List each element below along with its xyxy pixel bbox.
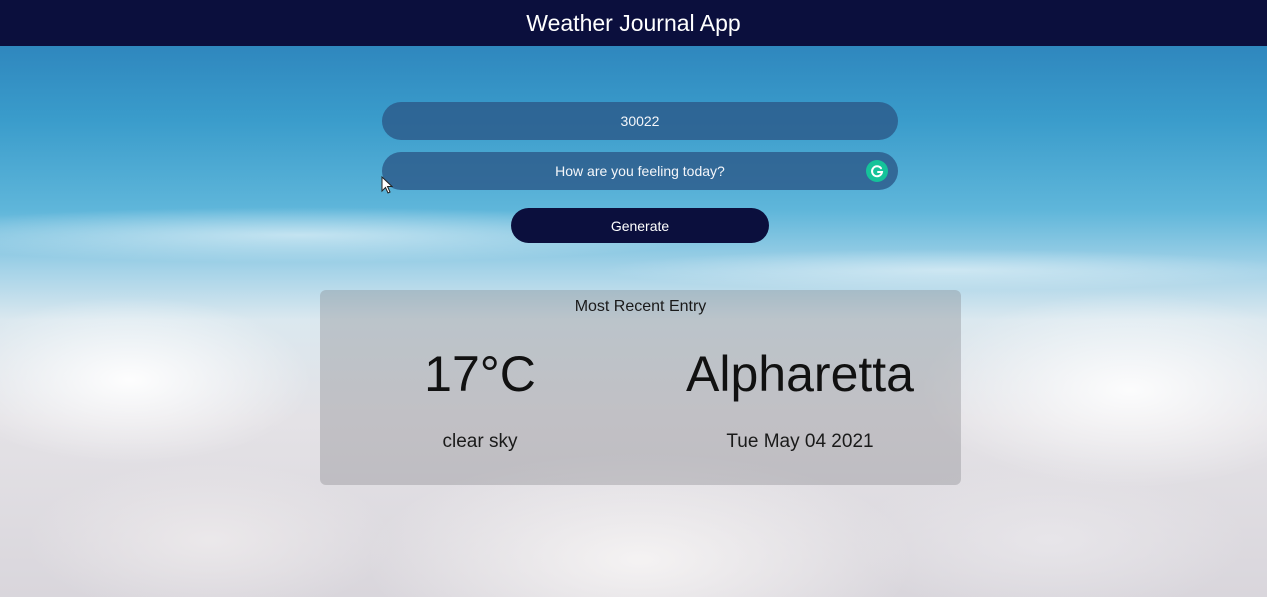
entry-description: clear sky (442, 431, 518, 452)
app-header: Weather Journal App (0, 0, 1267, 46)
zip-input[interactable]: 30022 (382, 102, 898, 140)
grammarly-icon[interactable] (866, 160, 888, 182)
entry-date: Tue May 04 2021 (726, 431, 874, 452)
recent-entry-card: Most Recent Entry 17°C Alpharetta clear … (320, 290, 961, 485)
entry-temperature: 17°C (424, 346, 536, 402)
feelings-input-placeholder: How are you feeling today? (555, 163, 725, 179)
mouse-cursor-icon (381, 176, 393, 194)
generate-button[interactable]: Generate (511, 208, 769, 243)
zip-input-value: 30022 (620, 113, 660, 129)
entry-city: Alpharetta (686, 346, 914, 402)
feelings-input[interactable]: How are you feeling today? (382, 152, 898, 190)
entry-title: Most Recent Entry (574, 298, 707, 315)
app-title: Weather Journal App (526, 9, 741, 36)
